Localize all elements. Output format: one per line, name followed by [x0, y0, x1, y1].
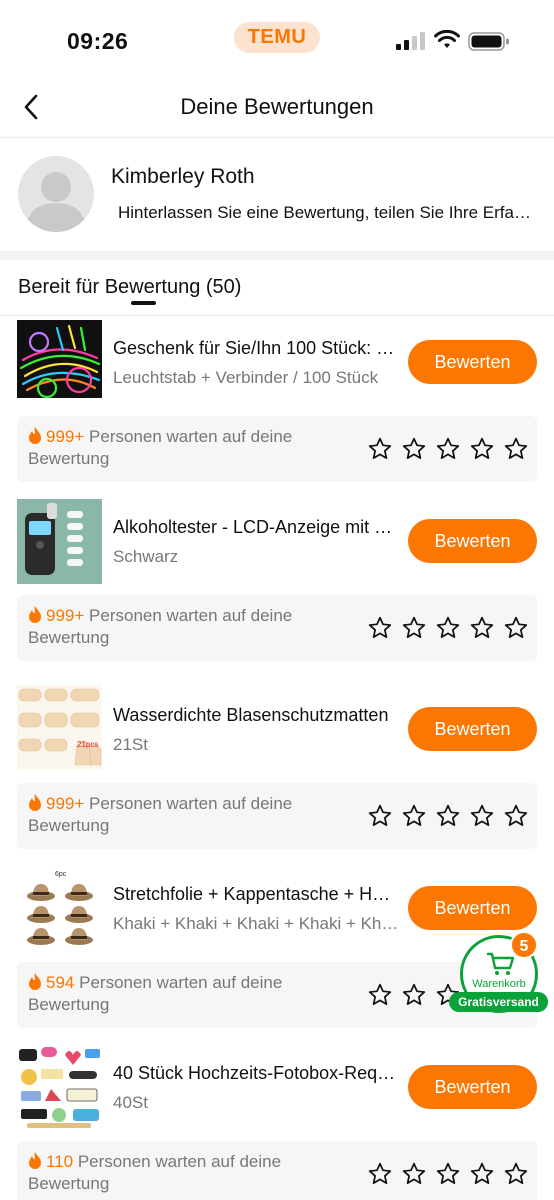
waiting-text: 594 Personen warten auf deine Bewertung	[28, 972, 348, 1016]
star-icon[interactable]	[503, 615, 529, 641]
glowstick-image	[17, 324, 102, 405]
section-divider	[0, 251, 554, 260]
pads-count-label: 21pcs	[77, 740, 98, 749]
flame-icon	[29, 427, 41, 444]
product-variant: 21St	[113, 735, 148, 754]
status-time: 09:26	[67, 28, 129, 54]
tab-bar: Bereit für Bewertung (50)	[0, 260, 554, 316]
star-icon[interactable]	[401, 803, 427, 829]
tab-ready-for-review[interactable]: Bereit für Bewertung (50)	[18, 276, 241, 299]
star-icon[interactable]	[469, 803, 495, 829]
status-bar: 09:26 TEMU	[0, 0, 554, 78]
tab-active-indicator	[131, 301, 156, 305]
star-rating[interactable]	[367, 1161, 529, 1187]
breathalyzer-image	[25, 503, 83, 575]
product-image	[17, 1045, 102, 1130]
product-variant: Khaki + Khaki + Khaki + Khaki + Khaki	[113, 914, 400, 933]
star-rating[interactable]	[367, 436, 529, 462]
cart-count-badge: 5	[510, 931, 538, 959]
cart-icon	[487, 952, 515, 975]
profile-section: Kimberley Roth Hinterlassen Sie eine Bew…	[0, 139, 554, 251]
product-row[interactable]: 40 Stück Hochzeits-Fotobox-Requisiten 40…	[0, 1043, 554, 1143]
review-prompt: 999+ Personen warten auf deine Bewertung	[17, 783, 537, 849]
app-pill: TEMU	[234, 22, 320, 53]
nav-header: Deine Bewertungen	[0, 78, 554, 138]
star-icon[interactable]	[435, 615, 461, 641]
product-row[interactable]: Alkoholtester - LCD-Anzeige mit Mundstüc…	[0, 497, 554, 597]
star-icon[interactable]	[435, 1161, 461, 1187]
product-variant: Leuchtstab + Verbinder / 100 Stück	[113, 368, 379, 387]
star-icon[interactable]	[503, 803, 529, 829]
star-icon[interactable]	[469, 615, 495, 641]
flame-icon	[29, 606, 41, 623]
rate-button[interactable]: Bewerten	[408, 886, 537, 930]
star-icon[interactable]	[367, 436, 393, 462]
star-icon[interactable]	[401, 615, 427, 641]
star-rating[interactable]	[367, 803, 529, 829]
waiting-text: 999+ Personen warten auf deine Bewertung	[28, 426, 348, 470]
star-icon[interactable]	[367, 1161, 393, 1187]
star-icon[interactable]	[469, 1161, 495, 1187]
star-icon[interactable]	[401, 982, 427, 1008]
product-image	[17, 320, 102, 405]
photo-props-image	[19, 1047, 100, 1128]
user-name: Kimberley Roth	[111, 165, 255, 188]
waiting-count: 999+	[46, 794, 85, 813]
waiting-text: 999+ Personen warten auf deine Bewertung	[28, 605, 348, 649]
product-row[interactable]: Geschenk für Sie/Ihn 100 Stück: Leuchtst…	[0, 318, 554, 418]
blister-pads-image: 21pcs	[18, 688, 102, 766]
profile-subtitle[interactable]: Hinterlassen Sie eine Bewertung, teilen …	[118, 203, 538, 223]
waiting-count: 110	[46, 1152, 74, 1171]
star-icon[interactable]	[503, 1161, 529, 1187]
rate-button[interactable]: Bewerten	[408, 1065, 537, 1109]
star-icon[interactable]	[435, 803, 461, 829]
star-icon[interactable]	[367, 982, 393, 1008]
product-image	[17, 499, 102, 584]
star-icon[interactable]	[367, 615, 393, 641]
product-variant: 40St	[113, 1093, 148, 1112]
wifi-icon	[434, 30, 460, 48]
product-variant: Schwarz	[113, 547, 179, 566]
star-icon[interactable]	[435, 436, 461, 462]
product-title: Geschenk für Sie/Ihn 100 Stück: Leuchtst…	[113, 338, 400, 358]
review-prompt: 999+ Personen warten auf deine Bewertung	[17, 416, 537, 482]
star-icon[interactable]	[401, 1161, 427, 1187]
product-title: Alkoholtester - LCD-Anzeige mit Mundstüc…	[113, 517, 400, 537]
waiting-count: 999+	[46, 427, 85, 446]
product-title: 40 Stück Hochzeits-Fotobox-Requisiten	[113, 1063, 400, 1083]
flame-icon	[29, 973, 41, 990]
review-prompt: 110 Personen warten auf deine Bewertung	[17, 1141, 537, 1200]
star-rating[interactable]	[367, 615, 529, 641]
waiting-count: 594	[46, 973, 75, 992]
signal-icon	[396, 32, 425, 50]
cart-label: Warenkorb	[472, 978, 526, 990]
page-title: Deine Bewertungen	[180, 94, 374, 119]
waiting-text: 110 Personen warten auf deine Bewertung	[28, 1151, 348, 1195]
user-placeholder-icon	[26, 172, 86, 232]
rate-button[interactable]: Bewerten	[408, 519, 537, 563]
review-prompt: 999+ Personen warten auf deine Bewertung	[17, 595, 537, 661]
star-icon[interactable]	[469, 436, 495, 462]
flame-icon	[29, 1152, 41, 1169]
rate-button[interactable]: Bewerten	[408, 340, 537, 384]
waiting-count: 999+	[46, 606, 85, 625]
rate-button[interactable]: Bewerten	[408, 707, 537, 751]
product-image: 21pcs	[17, 685, 102, 770]
star-icon[interactable]	[367, 803, 393, 829]
star-icon[interactable]	[503, 436, 529, 462]
product-title: Stretchfolie + Kappentasche + Hutbox	[113, 884, 400, 904]
product-row[interactable]: 21pcs Wasserdichte Blasenschutzmatten 21…	[0, 685, 554, 785]
hats-image: 6pc	[27, 871, 93, 945]
free-shipping-badge: Gratisversand	[449, 992, 548, 1012]
product-title: Wasserdichte Blasenschutzmatten	[113, 705, 389, 725]
battery-icon	[468, 32, 509, 51]
product-image: 6pc	[17, 866, 102, 951]
flame-icon	[29, 794, 41, 811]
hat-count-label: 6pc	[55, 871, 67, 878]
waiting-text: 999+ Personen warten auf deine Bewertung	[28, 793, 348, 837]
avatar	[18, 156, 94, 232]
star-icon[interactable]	[401, 436, 427, 462]
